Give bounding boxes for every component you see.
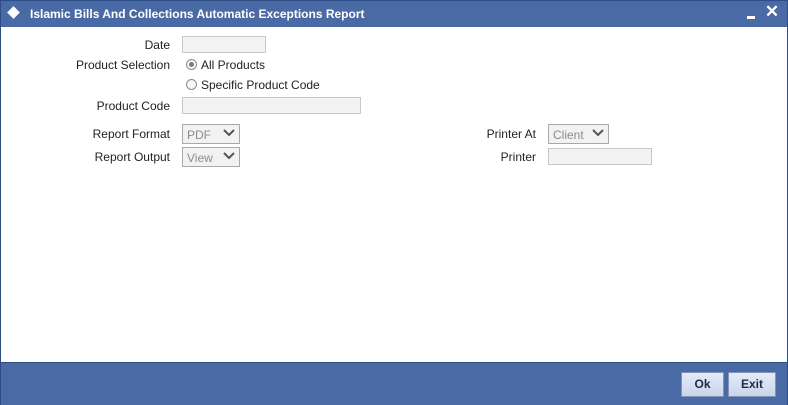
exit-button[interactable]: Exit xyxy=(728,372,776,397)
printer-at-value: Client xyxy=(553,128,584,142)
product-code-field[interactable] xyxy=(182,97,361,114)
chevron-down-icon xyxy=(223,152,235,160)
printer-label: Printer xyxy=(500,150,536,164)
window-diamond-icon xyxy=(7,6,20,19)
close-icon[interactable]: ✕ xyxy=(763,3,781,23)
chevron-down-icon xyxy=(592,129,604,137)
report-format-value: PDF xyxy=(187,128,211,142)
radio-checked-icon[interactable] xyxy=(186,59,197,70)
report-output-value: View xyxy=(187,151,213,165)
product-selection-label: Product Selection xyxy=(75,58,170,72)
radio-unchecked-icon[interactable] xyxy=(186,79,197,90)
printer-at-label: Printer At xyxy=(486,127,536,141)
specific-product-code-label: Specific Product Code xyxy=(201,78,320,92)
all-products-label: All Products xyxy=(201,58,266,72)
window-title: Islamic Bills And Collections Automatic … xyxy=(30,7,365,21)
printer-field[interactable] xyxy=(548,148,652,165)
date-label: Date xyxy=(144,38,170,52)
title-bar: Islamic Bills And Collections Automatic … xyxy=(1,1,787,27)
minimize-icon[interactable] xyxy=(742,3,760,23)
report-output-select[interactable]: View xyxy=(182,147,240,167)
report-format-select[interactable]: PDF xyxy=(182,124,240,144)
footer-bar: Ok Exit xyxy=(1,362,787,405)
date-field[interactable] xyxy=(182,36,266,53)
product-code-label: Product Code xyxy=(96,99,170,113)
report-format-label: Report Format xyxy=(92,127,170,141)
report-output-label: Report Output xyxy=(94,150,170,164)
ok-button[interactable]: Ok xyxy=(681,372,724,397)
chevron-down-icon xyxy=(223,129,235,137)
report-window: Islamic Bills And Collections Automatic … xyxy=(0,0,788,405)
printer-at-select[interactable]: Client xyxy=(548,124,609,144)
